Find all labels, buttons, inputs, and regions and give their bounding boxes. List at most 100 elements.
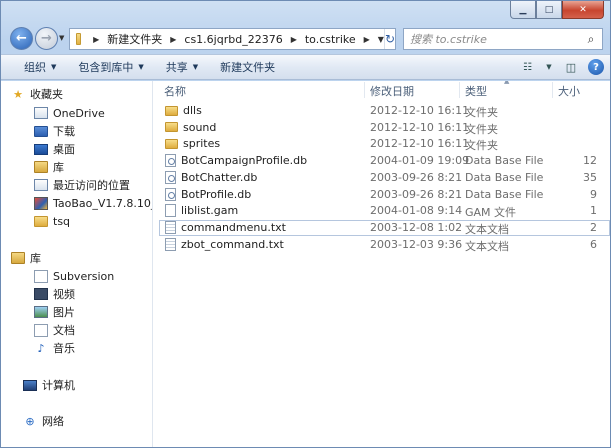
- nav-item-pictures[interactable]: 图片: [34, 303, 75, 321]
- breadcrumb-item[interactable]: 新建文件夹: [107, 31, 162, 47]
- file-name: sprites: [183, 137, 221, 151]
- folder-icon: [34, 215, 48, 227]
- nav-item-music[interactable]: ♪ 音乐: [34, 339, 75, 357]
- nav-item-onedrive[interactable]: OneDrive: [34, 104, 105, 122]
- nav-item-downloads[interactable]: 下载: [34, 122, 75, 140]
- breadcrumb-chevron-icon[interactable]: ▶: [364, 35, 370, 44]
- subversion-icon: [34, 269, 48, 283]
- music-note-icon: ♪: [37, 341, 45, 355]
- nav-item-library[interactable]: 库: [34, 158, 64, 176]
- nav-favorites[interactable]: ★ 收藏夹: [11, 85, 63, 103]
- folder-icon: [165, 122, 178, 133]
- toolbar-right: ☷ ▼ ◫ ?: [516, 58, 604, 76]
- nav-network[interactable]: ⊕ 网络: [23, 412, 64, 430]
- navigation-pane[interactable]: ★ 收藏夹 OneDrive 下载 桌面 库 最近访问的位置 TaoBao_V1…: [1, 81, 153, 447]
- column-divider[interactable]: [552, 82, 553, 98]
- file-date: 2003-12-03 9:36: [370, 237, 463, 251]
- file-type: 文本文档: [465, 239, 509, 253]
- new-folder-button[interactable]: 新建文件夹: [209, 59, 286, 75]
- nav-item-desktop[interactable]: 桌面: [34, 140, 75, 158]
- file-name-cell: sound: [165, 121, 361, 134]
- document-icon: [34, 323, 48, 337]
- file-icon: [165, 204, 176, 218]
- forward-button[interactable]: →: [35, 27, 58, 50]
- column-header-type[interactable]: 类型: [465, 83, 487, 98]
- downloads-folder-icon: [34, 125, 48, 137]
- column-header-date[interactable]: 修改日期: [370, 83, 414, 98]
- back-button[interactable]: ←: [10, 27, 33, 50]
- file-list[interactable]: 名称 修改日期 类型 ▲ 大小 dlls 2012-12-10 16:11 文件夹 s…: [154, 81, 610, 447]
- nav-label: 库: [30, 252, 41, 265]
- nav-label: 网络: [42, 415, 64, 428]
- file-row[interactable]: BotCampaignProfile.db 2004-01-09 19:09 Dat…: [159, 153, 610, 169]
- file-size: 9: [590, 187, 597, 201]
- file-row[interactable]: sprites 2012-12-10 16:11 文件夹: [159, 136, 610, 152]
- file-type: 文本文档: [465, 222, 509, 236]
- text-file-icon: [165, 220, 176, 234]
- column-header-name[interactable]: 名称: [164, 83, 186, 98]
- search-input[interactable]: [404, 32, 580, 46]
- column-header-size[interactable]: 大小: [558, 83, 580, 98]
- search-icon[interactable]: ⌕: [580, 32, 602, 47]
- file-row[interactable]: commandmenu.txt 2003-12-08 1:02 文本文档 2: [159, 219, 610, 236]
- file-name: liblist.gam: [181, 204, 239, 218]
- maximize-button[interactable]: □: [536, 1, 562, 19]
- caret-down-icon: ▼: [192, 63, 199, 71]
- nav-computer[interactable]: 计算机: [23, 376, 75, 394]
- content-area: ★ 收藏夹 OneDrive 下载 桌面 库 最近访问的位置 TaoBao_V1…: [1, 81, 610, 447]
- file-row[interactable]: sound 2012-12-10 16:11 文件夹: [159, 120, 610, 136]
- nav-label: 视频: [53, 288, 75, 301]
- nav-item-tsq[interactable]: tsq: [34, 212, 70, 230]
- file-name-cell: sprites: [165, 137, 361, 150]
- file-row[interactable]: BotProfile.db 2003-09-26 8:21 Data Base Fi…: [159, 187, 610, 203]
- nav-item-documents[interactable]: 文档: [34, 321, 75, 339]
- breadcrumb-item[interactable]: to.cstrike: [305, 33, 356, 46]
- column-divider[interactable]: [459, 82, 460, 98]
- organize-label: 组织: [24, 61, 46, 74]
- view-mode-dropdown[interactable]: ▼: [544, 58, 554, 76]
- file-name-cell: dlls: [165, 104, 361, 117]
- folder-icon: [165, 138, 178, 149]
- nav-item-videos[interactable]: 视频: [34, 285, 75, 303]
- help-icon[interactable]: ?: [588, 59, 604, 75]
- close-button[interactable]: ✕: [562, 1, 604, 19]
- nav-libraries[interactable]: 库: [11, 249, 41, 267]
- library-icon: [11, 252, 25, 264]
- breadcrumb-chevron-icon[interactable]: ▶: [93, 35, 99, 44]
- nav-item-subversion[interactable]: Subversion: [34, 267, 114, 285]
- file-date: 2012-12-10 16:11: [370, 104, 470, 117]
- breadcrumb-chevron-icon[interactable]: ▶: [291, 35, 297, 44]
- explorer-window: ▁ □ ✕ ← → ▼ ▶ 新建文件夹 ▶ cs1.6jqrbd_22376 ▶…: [0, 0, 611, 448]
- file-row[interactable]: liblist.gam 2004-01-08 9:14 GAM 文件 1: [159, 203, 610, 219]
- organize-menu[interactable]: 组织 ▼: [13, 59, 67, 75]
- recent-pages-dropdown[interactable]: ▼: [59, 34, 64, 42]
- breadcrumb-item[interactable]: cs1.6jqrbd_22376: [184, 33, 282, 46]
- view-mode-icon[interactable]: ☷: [516, 58, 538, 76]
- file-row[interactable]: BotChatter.db 2003-09-26 8:21 Data Base Fi…: [159, 170, 610, 186]
- nav-label: 下载: [53, 125, 75, 138]
- database-file-icon: [165, 170, 176, 184]
- file-name-cell: BotChatter.db: [165, 170, 361, 184]
- column-divider[interactable]: [364, 82, 365, 98]
- nav-label: OneDrive: [53, 106, 105, 120]
- file-date: 2004-01-08 9:14: [370, 204, 463, 218]
- file-name-cell: BotCampaignProfile.db: [165, 154, 361, 168]
- preview-pane-icon[interactable]: ◫: [560, 58, 582, 76]
- folder-icon: [76, 33, 82, 45]
- minimize-button[interactable]: ▁: [510, 1, 536, 19]
- file-row[interactable]: zbot_command.txt 2003-12-03 9:36 文本文档 6: [159, 237, 610, 253]
- search-box[interactable]: ⌕: [403, 28, 603, 50]
- file-type: Data Base File: [465, 187, 544, 201]
- share-menu[interactable]: 共享 ▼: [155, 59, 209, 75]
- include-in-library-menu[interactable]: 包含到库中 ▼: [67, 59, 154, 75]
- computer-icon: [23, 379, 37, 391]
- sort-ascending-icon: ▲: [504, 81, 510, 85]
- refresh-button[interactable]: ↻: [383, 29, 395, 49]
- address-bar[interactable]: ▶ 新建文件夹 ▶ cs1.6jqrbd_22376 ▶ to.cstrike …: [69, 28, 396, 50]
- file-row[interactable]: dlls 2012-12-10 16:11 文件夹: [159, 103, 610, 119]
- nav-item-taobao[interactable]: TaoBao_V1.7.8.10_Wi: [34, 194, 152, 212]
- nav-item-recent-places[interactable]: 最近访问的位置: [34, 176, 130, 194]
- navigation-row: ← → ▼ ▶ 新建文件夹 ▶ cs1.6jqrbd_22376 ▶ to.cs…: [1, 25, 610, 53]
- breadcrumb-chevron-icon[interactable]: ▶: [170, 35, 176, 44]
- picture-icon: [34, 306, 48, 318]
